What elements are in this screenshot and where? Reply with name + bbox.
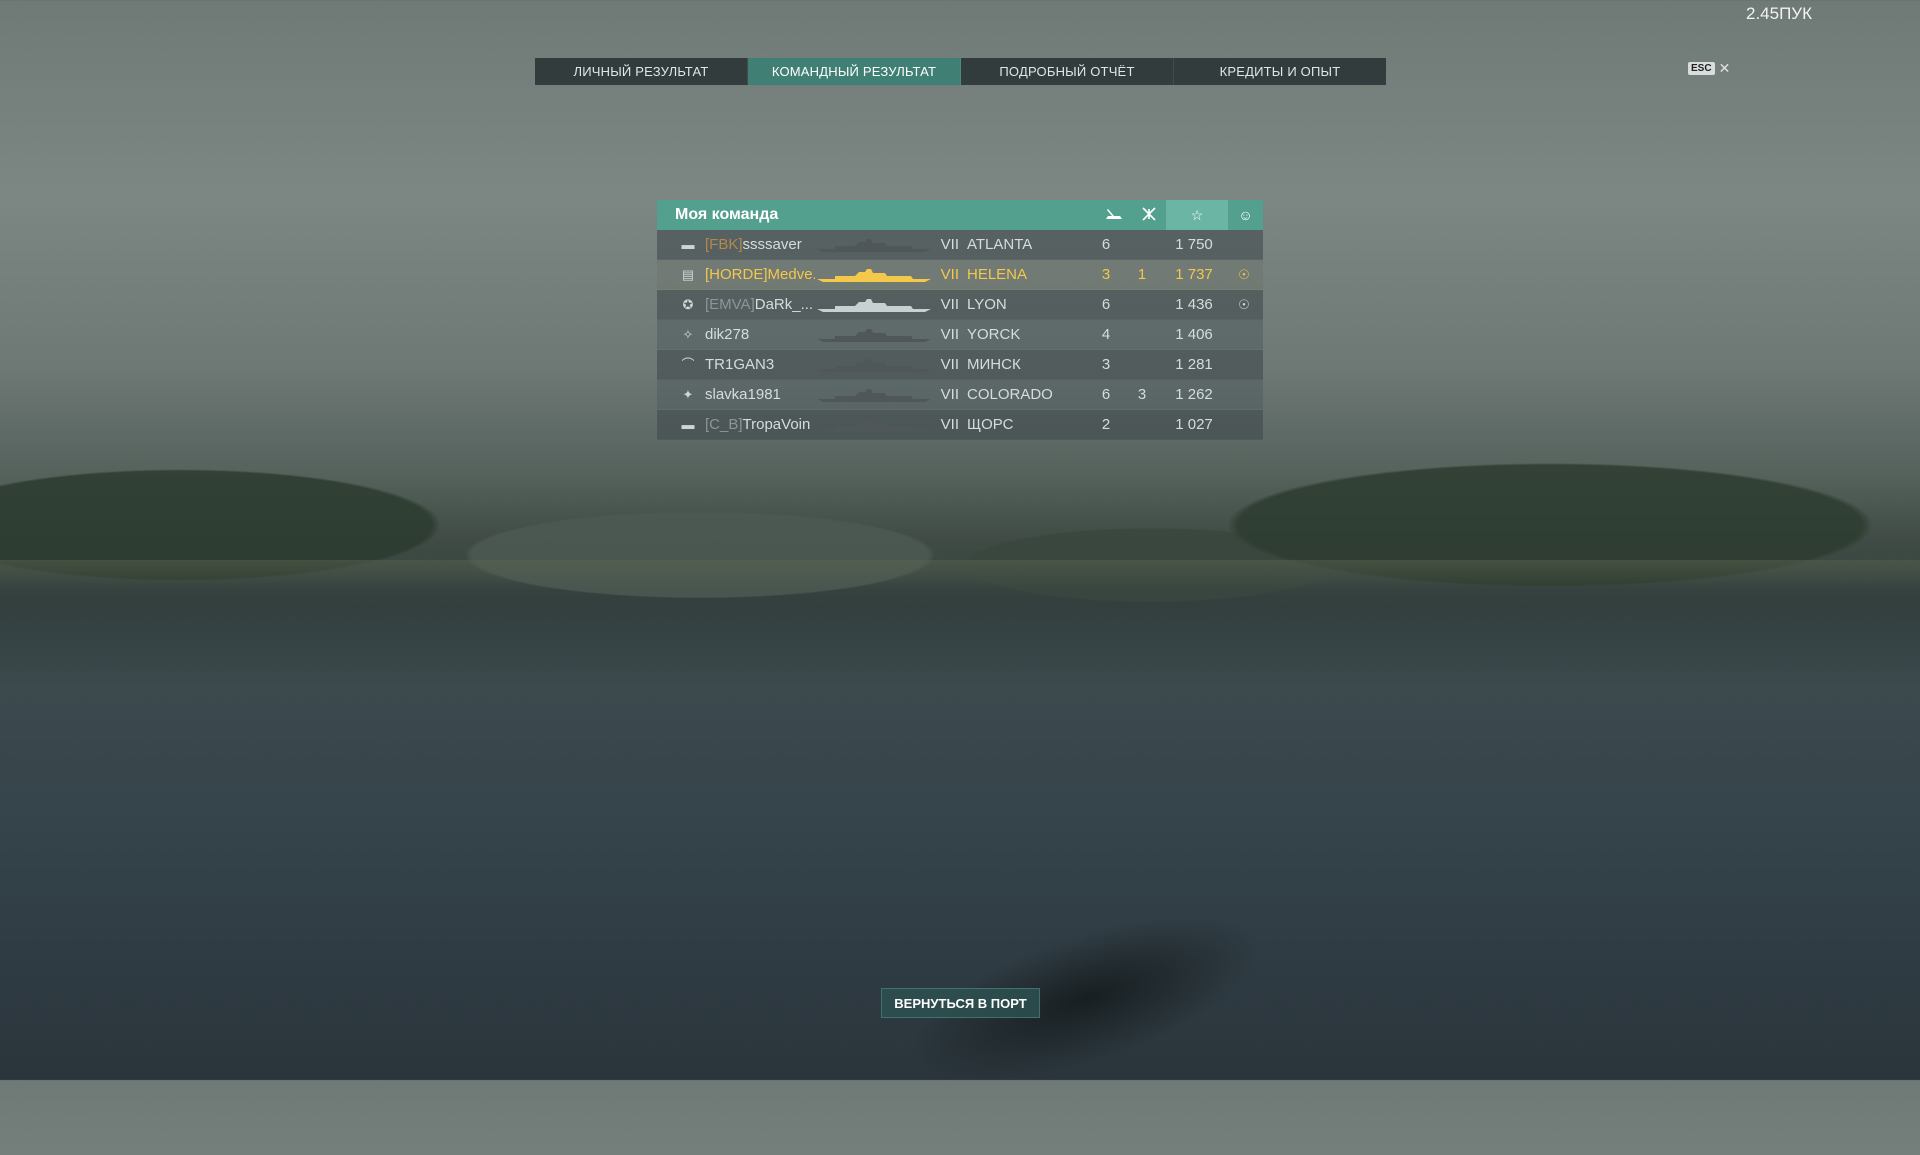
ships-destroyed: 6 [1101,386,1111,403]
ship-tier: VII [940,266,959,283]
ship-name: ЩОРС [967,416,1014,433]
base-xp: 1 750 [1175,236,1213,253]
rank-badge-cell: ⌒ [657,356,705,374]
background-ship [801,804,1359,1155]
ships-destroyed: 3 [1101,266,1111,283]
ship-silhouette-icon [817,328,931,342]
table-row[interactable]: ✦ slavka1981 VII COLORADO 6 3 1 262 [657,380,1263,410]
base-xp: 1 406 [1175,326,1213,343]
close-icon: ✕ [1718,60,1731,76]
rank-icon: ✪ [682,296,694,312]
player-name: [C_B]TropaVoin [705,416,815,433]
rank-icon: ▤ [681,266,695,282]
clan-tag: [HORDE] [705,266,768,283]
background-shore [0,560,1920,590]
rank-icon: ⌒ [681,356,695,372]
esc-close-button[interactable]: ESC ✕ [1688,60,1730,77]
ship-name: МИНСК [967,356,1021,373]
ship-tier: VII [940,296,959,313]
rank-icon: ✦ [682,386,694,402]
player-name: [FBK]ssssaver [705,236,815,253]
team-rows: ▬ [FBK]ssssaver VII ATLANTA 6 1 750 ▤ [HORDE]Me… [657,230,1263,440]
ships-destroyed: 6 [1101,236,1111,253]
ship-silhouette-icon [817,268,931,282]
plane-kill-icon [1131,206,1166,225]
rank-badge-cell: ▤ [657,266,705,284]
planes-destroyed: 3 [1137,386,1147,403]
rank-badge-cell: ✪ [657,296,705,314]
background-hills [0,415,1920,615]
tab-team-result[interactable]: КОМАНДНЫЙ РЕЗУЛЬТАТ [748,58,961,85]
tab-personal-result[interactable]: ЛИЧНЫЙ РЕЗУЛЬТАТ [535,58,748,85]
ship-kill-icon [1096,207,1131,224]
ship-name: COLORADO [967,386,1053,403]
player-nick: ssssaver [742,236,802,253]
planes-destroyed: 1 [1137,266,1147,283]
player-name: TR1GAN3 [705,356,815,373]
table-row[interactable]: ✧ dik278 VII YORCK 4 1 406 [657,320,1263,350]
base-xp: 1 737 [1175,266,1213,283]
fps-counter: 2.45ПУК [1745,4,1812,23]
rank-badge-cell: ▬ [657,416,705,434]
medal-icon: ☺ [1238,207,1253,223]
ship-tier: VII [940,326,959,343]
rank-icon: ▬ [681,236,695,252]
tab-credits-xp[interactable]: КРЕДИТЫ И ОПЫТ [1174,58,1386,85]
ship-tier: VII [940,416,959,433]
ship-name: YORCK [967,326,1021,343]
ships-destroyed: 4 [1101,326,1111,343]
ship-name: LYON [967,296,1007,313]
player-nick: TropaVoin [742,416,811,433]
achievement-icon: ☉ [1238,296,1250,312]
team-header: Моя команда ☆ ☺ [657,200,1263,230]
base-xp: 1 027 [1175,416,1213,433]
ship-silhouette-icon [817,298,931,312]
table-row[interactable]: ✪ [EMVA]DaRk_... VII LYON 6 1 436 ☉ [657,290,1263,320]
clan-tag: [C_B] [705,416,743,433]
ship-tier: VII [940,236,959,253]
ship-tier: VII [940,356,959,373]
rank-icon: ▬ [681,416,695,432]
player-nick: dik278 [705,326,750,343]
ship-silhouette-icon [817,238,931,252]
player-nick: Medve... [767,266,815,283]
achievement-icon: ☉ [1238,266,1250,282]
player-name: [HORDE]Medve... [705,266,815,283]
rank-badge-cell: ✦ [657,386,705,404]
esc-key-label: ESC [1688,62,1715,75]
ships-destroyed: 2 [1101,416,1111,433]
clan-tag: [EMVA] [705,296,755,313]
player-nick: DaRk_... [754,296,814,313]
base-xp: 1 436 [1175,296,1213,313]
rank-badge-cell: ✧ [657,326,705,344]
rank-icon: ✧ [682,326,694,342]
player-name: slavka1981 [705,386,815,403]
table-row[interactable]: ⌒ TR1GAN3 VII МИНСК 3 1 281 [657,350,1263,380]
player-name: [EMVA]DaRk_... [705,296,815,313]
return-to-port-button[interactable]: ВЕРНУТЬСЯ В ПОРТ [881,988,1040,1018]
ship-silhouette-icon [817,388,931,402]
base-xp: 1 281 [1175,356,1213,373]
table-row[interactable]: ▤ [HORDE]Medve... VII HELENA 3 1 1 737 ☉ [657,260,1263,290]
ship-tier: VII [940,386,959,403]
ships-destroyed: 3 [1101,356,1111,373]
rank-badge-cell: ▬ [657,236,705,254]
ship-silhouette-icon [817,418,931,432]
ships-destroyed: 6 [1101,296,1111,313]
base-xp: 1 262 [1175,386,1213,403]
star-icon[interactable]: ☆ [1166,200,1228,230]
team-results-panel: Моя команда ☆ ☺ ▬ [FBK]ssssaver VII ATLANTA… [657,200,1263,440]
ship-silhouette-icon [817,358,931,372]
player-nick: slavka1981 [705,386,781,403]
table-row[interactable]: ▬ [C_B]TropaVoin VII ЩОРС 2 1 027 [657,410,1263,440]
result-tabs: ЛИЧНЫЙ РЕЗУЛЬТАТ КОМАНДНЫЙ РЕЗУЛЬТАТ ПОД… [535,58,1386,85]
ship-name: ATLANTA [967,236,1033,253]
team-title: Моя команда [675,206,779,223]
player-name: dik278 [705,326,815,343]
ship-name: HELENA [967,266,1028,283]
clan-tag: [FBK] [705,236,743,253]
tab-detailed-report[interactable]: ПОДРОБНЫЙ ОТЧЁТ [961,58,1174,85]
player-nick: TR1GAN3 [705,356,775,373]
table-row[interactable]: ▬ [FBK]ssssaver VII ATLANTA 6 1 750 [657,230,1263,260]
